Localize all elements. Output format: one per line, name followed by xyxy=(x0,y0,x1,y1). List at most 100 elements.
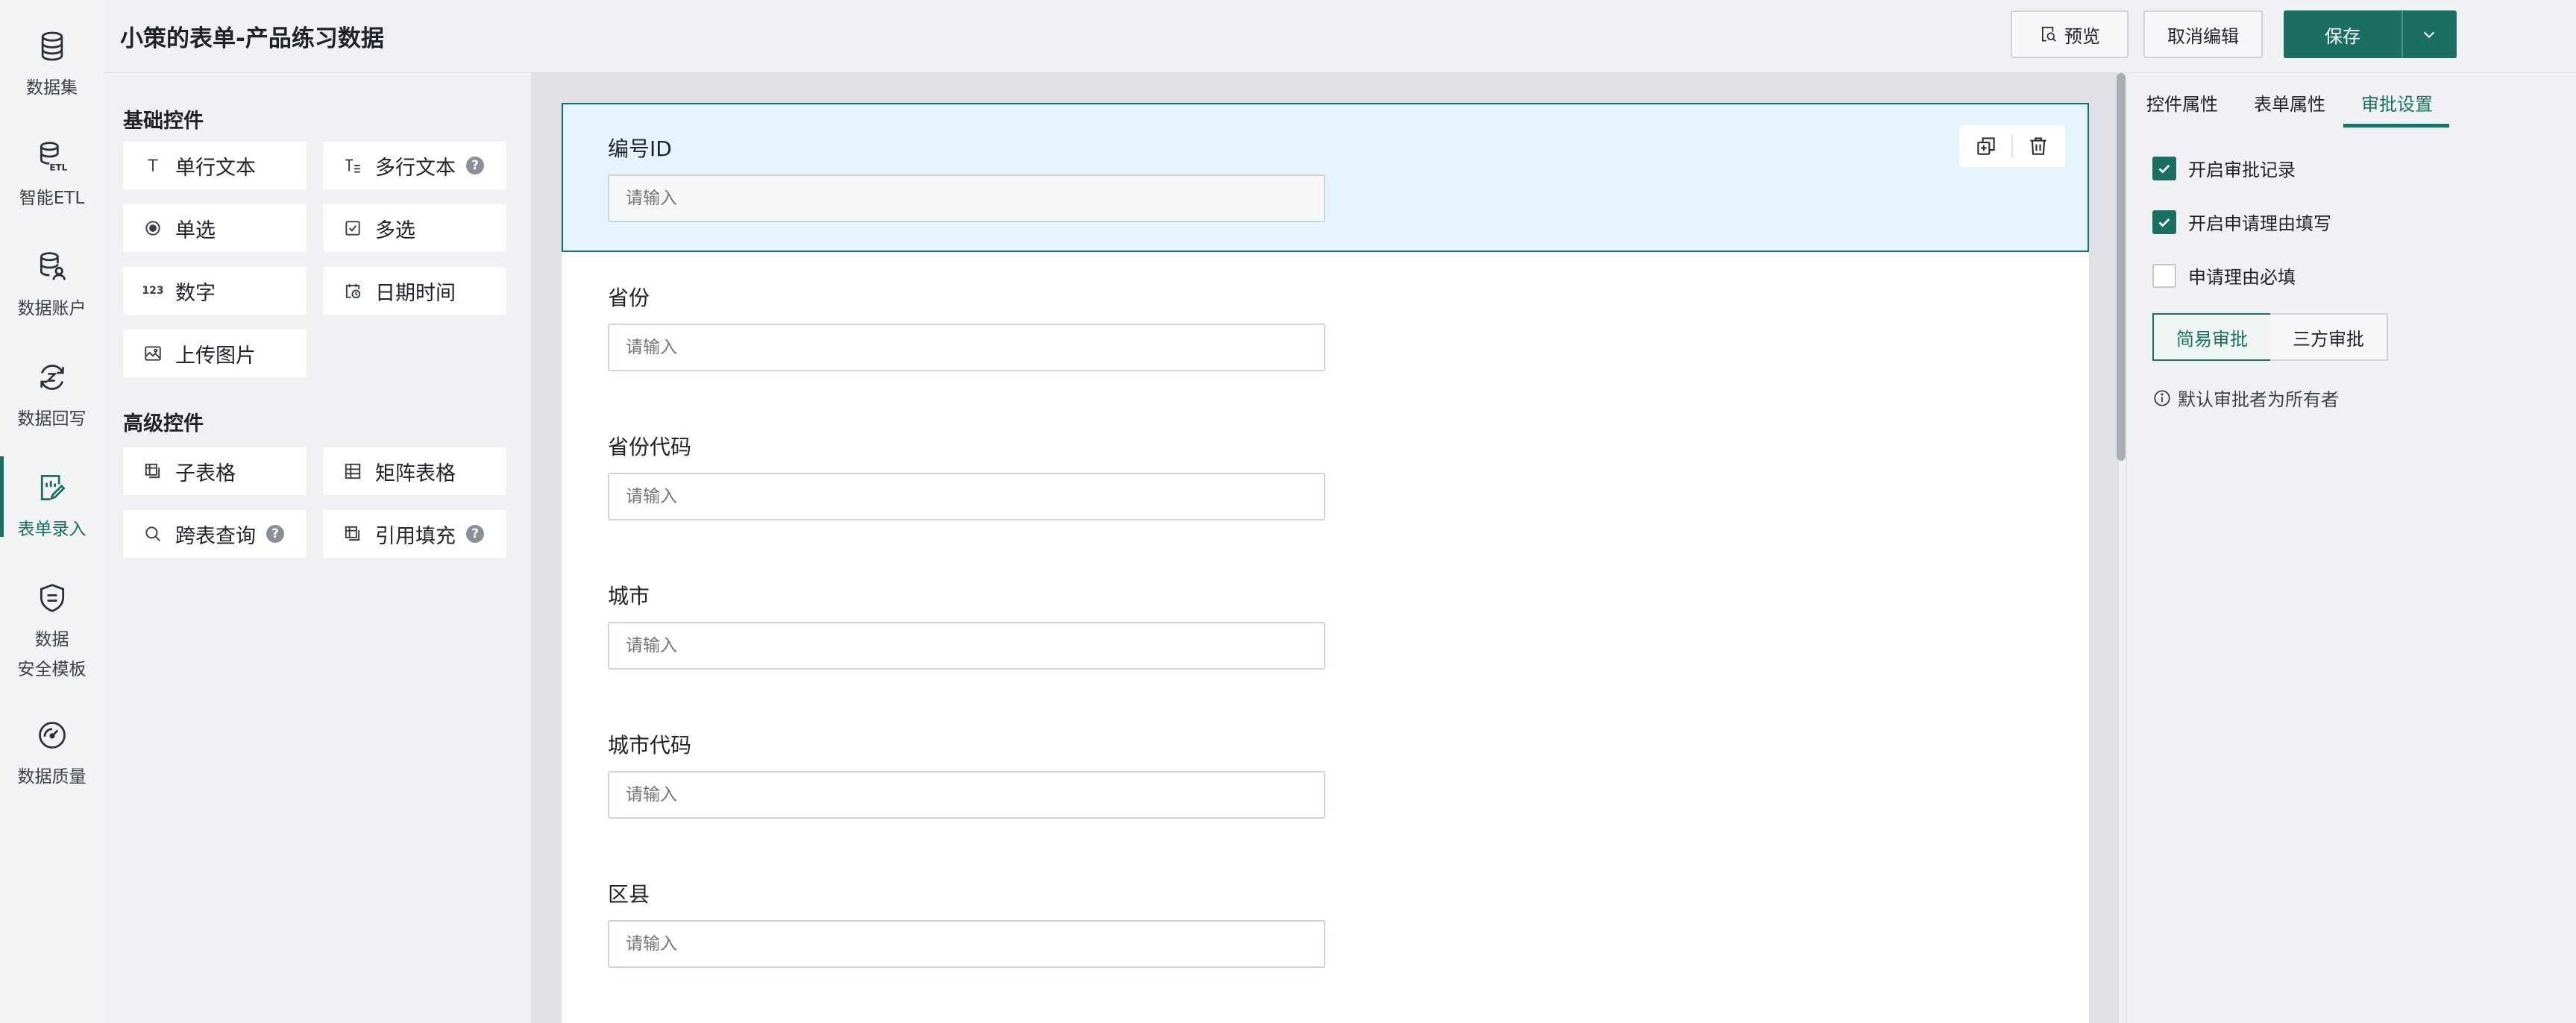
control-label: 引用填充 xyxy=(375,524,456,548)
checkbox-label: 开启申请理由填写 xyxy=(2188,213,2331,234)
simple-approval-option[interactable]: 简易审批 xyxy=(2152,313,2272,361)
checkbox-icon xyxy=(342,218,363,239)
tab-approval-settings[interactable]: 审批设置 xyxy=(2361,89,2433,116)
control-single-line-text[interactable]: 单行文本 xyxy=(123,142,307,189)
reference-fill-icon xyxy=(342,523,363,544)
copy-field-button[interactable] xyxy=(1968,128,2004,164)
help-icon[interactable]: ? xyxy=(266,525,284,543)
checkbox-enable-approval-record[interactable]: 开启审批记录 xyxy=(2152,155,2296,181)
control-label: 矩阵表格 xyxy=(375,462,456,485)
three-party-approval-option[interactable]: 三方审批 xyxy=(2270,313,2388,361)
help-icon[interactable]: ? xyxy=(466,525,484,543)
data-writeback-icon xyxy=(34,359,70,395)
nav-item-smart-etl[interactable]: ETL 智能ETL xyxy=(0,139,104,213)
copy-icon xyxy=(1977,137,1995,155)
nav-item-data-quality[interactable]: 数据质量 xyxy=(0,717,104,792)
nav-item-security-template[interactable]: 数据 安全模板 xyxy=(0,580,104,684)
nav-item-data-account[interactable]: 数据账户 xyxy=(0,249,104,324)
form-field-province-code[interactable]: 省份代码 xyxy=(562,401,2089,550)
advanced-controls-title: 高级控件 xyxy=(123,412,204,435)
control-label: 上传图片 xyxy=(175,344,256,368)
approval-info: 默认审批者为所有者 xyxy=(2152,385,2339,411)
form-field-city[interactable]: 城市 xyxy=(562,550,2089,699)
etl-icon: ETL xyxy=(34,139,70,174)
control-label: 多行文本 xyxy=(375,156,456,180)
checkbox-unchecked-icon[interactable] xyxy=(2152,263,2176,288)
form-field-district[interactable]: 区县 xyxy=(562,849,2089,998)
cancel-edit-button[interactable]: 取消编辑 xyxy=(2143,10,2263,58)
preview-button[interactable]: 预览 xyxy=(2011,10,2129,58)
image-upload-icon xyxy=(142,343,163,364)
nav-label: 表单录入 xyxy=(17,520,87,539)
tab-control-properties[interactable]: 控件属性 xyxy=(2146,89,2218,116)
datetime-icon xyxy=(342,280,363,301)
info-icon xyxy=(2154,389,2170,406)
help-icon[interactable]: ? xyxy=(466,157,484,174)
active-tab-indicator xyxy=(2343,124,2449,128)
cancel-edit-label: 取消编辑 xyxy=(2167,25,2239,47)
left-nav: 数据集 ETL 智能ETL 数据账户 数据回写 表单录入 数据 安全模板 数据质… xyxy=(0,0,104,1023)
trash-icon xyxy=(2030,137,2046,155)
form-field-province[interactable]: 省份 xyxy=(562,252,2089,401)
save-dropdown-button[interactable] xyxy=(2401,10,2457,58)
svg-text:ETL: ETL xyxy=(49,162,67,172)
data-account-icon xyxy=(34,249,70,285)
control-sub-table[interactable]: 子表格 xyxy=(123,447,307,495)
field-label: 省份 xyxy=(608,286,650,310)
matrix-table-icon xyxy=(342,461,363,482)
preview-icon xyxy=(2042,26,2056,42)
basic-controls-title: 基础控件 xyxy=(123,110,204,133)
control-label: 子表格 xyxy=(175,462,236,485)
nav-item-form-entry[interactable]: 表单录入 xyxy=(0,456,104,544)
save-button[interactable]: 保存 xyxy=(2284,10,2401,58)
settings-panel: 控件属性 表单属性 审批设置 开启审批记录 开启申请理由填写 申请理由必填 简易… xyxy=(2126,73,2576,1023)
checkbox-reason-required[interactable]: 申请理由必填 xyxy=(2152,262,2296,289)
field-input[interactable] xyxy=(608,771,1325,819)
info-text: 默认审批者为所有者 xyxy=(2178,389,2339,410)
canvas-scrollbar[interactable] xyxy=(2117,73,2126,461)
nav-item-datasets[interactable]: 数据集 xyxy=(0,28,104,103)
database-icon xyxy=(34,28,70,64)
nav-label: 数据集 xyxy=(26,78,78,98)
number-icon: 123 xyxy=(142,285,164,297)
controls-palette: 基础控件 单行文本 多行文本 ? 单选 多选 123 数字 日期时间 上传图片 … xyxy=(104,73,532,1023)
field-input[interactable] xyxy=(608,622,1325,670)
form-body: 编号ID 省份 省份代码 城市 城市代码 xyxy=(562,103,2089,1023)
control-datetime[interactable]: 日期时间 xyxy=(323,267,506,315)
control-label: 单行文本 xyxy=(175,156,256,180)
nav-label: 数据账户 xyxy=(17,299,87,318)
field-input[interactable] xyxy=(608,473,1325,520)
checkbox-enable-request-reason[interactable]: 开启申请理由填写 xyxy=(2152,209,2331,235)
field-input[interactable] xyxy=(608,324,1325,371)
control-image-upload[interactable]: 上传图片 xyxy=(123,330,307,377)
radio-icon xyxy=(142,218,163,239)
nav-label: 数据 安全模板 xyxy=(17,630,87,679)
checkbox-checked-icon[interactable] xyxy=(2152,156,2176,180)
tab-form-properties[interactable]: 表单属性 xyxy=(2254,89,2325,116)
control-cross-table-query[interactable]: 跨表查询 ? xyxy=(123,510,307,558)
control-number[interactable]: 123 数字 xyxy=(123,267,307,315)
control-multi-line-text[interactable]: 多行文本 ? xyxy=(323,142,506,189)
control-label: 日期时间 xyxy=(375,281,456,305)
form-field-id[interactable]: 编号ID xyxy=(562,103,2089,252)
form-field-city-code[interactable]: 城市代码 xyxy=(562,699,2089,849)
control-reference-fill[interactable]: 引用填充 ? xyxy=(323,510,506,558)
field-label: 编号ID xyxy=(608,136,672,161)
control-radio[interactable]: 单选 xyxy=(123,204,307,252)
nav-label: 智能ETL xyxy=(19,189,85,208)
sub-table-icon xyxy=(142,461,163,482)
checkbox-checked-icon[interactable] xyxy=(2152,210,2176,234)
field-input[interactable] xyxy=(608,174,1325,222)
delete-field-button[interactable] xyxy=(2020,128,2056,164)
field-input[interactable] xyxy=(608,920,1325,968)
single-line-text-icon xyxy=(142,155,163,176)
field-toolbar xyxy=(1959,125,2065,167)
save-label: 保存 xyxy=(2325,25,2360,47)
control-label: 单选 xyxy=(175,218,216,242)
nav-item-data-writeback[interactable]: 数据回写 xyxy=(0,359,104,434)
control-checkbox[interactable]: 多选 xyxy=(323,204,506,252)
toolbar-divider xyxy=(2011,135,2013,157)
control-label: 数字 xyxy=(175,281,216,305)
checkbox-label: 申请理由必填 xyxy=(2188,267,2296,288)
control-matrix-table[interactable]: 矩阵表格 xyxy=(323,447,506,495)
